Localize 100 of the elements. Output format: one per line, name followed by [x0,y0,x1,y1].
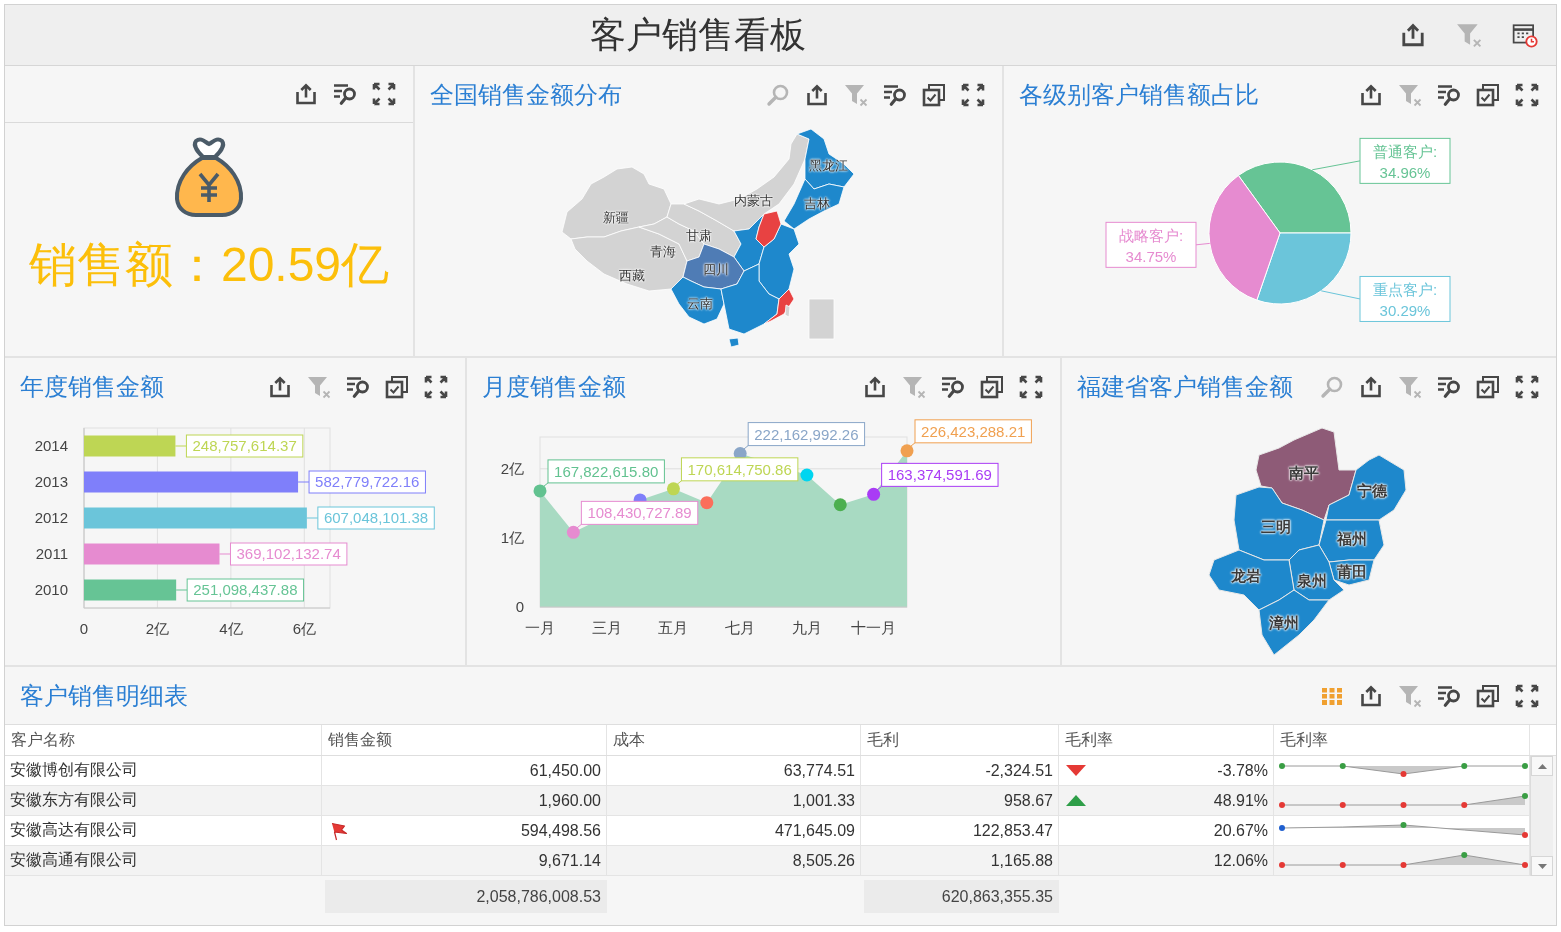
data-label: 重点客户: 30.29% [1359,275,1451,322]
table-cell: 471,645.09 [607,816,861,845]
export-icon[interactable] [805,82,829,107]
slice-label: 普通客户 [1372,142,1433,160]
table-cell: 安徽高通有限公司 [5,846,322,875]
leader-line [575,523,582,529]
leader-line [675,480,682,486]
list-search-icon[interactable] [1437,374,1461,399]
axis-label: 2亿 [500,459,524,477]
axis-label: 2亿 [145,620,170,637]
scrollbar[interactable] [1530,756,1553,876]
table-cell: 9,671.14 [322,846,607,875]
axis-label: 2012 [34,509,68,526]
slice-label: 重点客户 [1372,280,1433,298]
table-cell: 48.91% [1213,791,1268,810]
table-cell: 12.06% [1213,851,1268,870]
list-search-icon[interactable] [1437,683,1461,708]
map-label: 福州 [1337,530,1367,546]
leader-line [1195,242,1211,245]
data-label: 34.96% [1379,163,1431,181]
fullscreen-icon[interactable] [1515,374,1539,399]
data-label: 251,098,437.88 [186,578,305,602]
fullscreen-icon[interactable] [372,82,396,106]
list-search-icon[interactable] [1437,82,1461,107]
table-cell: 61,450.00 [322,756,607,785]
column-header[interactable]: 毛利 [861,725,1059,755]
data-label: 369,102,132.74 [230,542,348,566]
map-label: 三明 [1261,518,1291,534]
table-cell: 1,165.88 [861,846,1059,875]
map-label: 宁德 [1357,482,1387,498]
table-cell: 8,505.26 [607,846,861,875]
data-label: 167,822,615.80 [547,459,665,484]
leader-line [1311,159,1361,170]
list-search-icon[interactable] [883,82,907,107]
panel-title: 年度销售金额 [20,371,164,402]
table-cell: 63,774.51 [607,756,861,785]
checkbox-icon[interactable] [1476,683,1500,708]
down-arrow-icon [1537,863,1547,869]
export-icon[interactable] [294,82,318,106]
axis-label: 十一月 [851,619,897,636]
export-icon[interactable] [268,374,292,399]
map-label: 云南 [686,296,713,310]
column-header[interactable]: 成本 [607,725,861,755]
leader-line [174,445,187,447]
table-cell: 122,853.47 [861,816,1059,845]
axis-label: 0 [515,598,524,615]
fullscreen-icon[interactable] [961,82,985,107]
export-icon[interactable] [1359,683,1383,708]
map-label: 莆田 [1337,563,1367,579]
leader-line [297,481,310,483]
axis-label: 三月 [591,619,622,636]
panel-title: 全国销售金额分布 [430,79,622,110]
slice-label: 战略客户 [1118,226,1179,244]
axis-label: 6亿 [292,620,316,637]
fullscreen-icon[interactable] [1515,683,1539,708]
sales-total: 销售额：20.59亿 [28,237,390,293]
table-cell: 安徽博创有限公司 [5,756,322,785]
data-label: 170,614,750.86 [680,457,799,482]
axis-label: 1亿 [500,528,524,546]
data-label: 248,757,614.37 [185,434,304,458]
map-label: 黑龙江 [809,158,848,172]
column-header[interactable]: 客户名称 [5,725,322,755]
map-label: 泉州 [1297,572,1327,588]
leader-line [1320,289,1361,299]
fullscreen-icon[interactable] [1019,374,1043,399]
table-cell: 1,960.00 [322,786,607,815]
export-icon[interactable] [1359,82,1383,107]
scroll-up-button[interactable] [1531,756,1553,776]
data-label: 607,048,101.38 [317,506,435,530]
list-search-icon[interactable] [346,374,370,399]
table-cell: 594,498.56 [520,821,601,840]
scroll-down-button[interactable] [1531,856,1553,876]
export-icon[interactable] [863,374,887,399]
leader-line [909,442,916,448]
map-label: 甘肃 [685,228,712,242]
checkbox-icon[interactable] [1476,82,1500,107]
table-cell: -3.78% [1217,761,1268,780]
map-region[interactable] [1258,589,1330,656]
export-icon[interactable] [1400,22,1426,48]
checkbox-icon[interactable] [980,374,1004,399]
list-search-icon[interactable] [333,82,357,106]
map-label: 西藏 [618,268,645,282]
checkbox-icon[interactable] [1476,374,1500,399]
export-icon[interactable] [1359,374,1383,399]
checkbox-icon[interactable] [922,82,946,107]
data-label: 222,162,992.26 [747,422,866,447]
map-region[interactable] [1325,454,1407,521]
calendar-clock-icon[interactable] [1512,22,1538,48]
leader-line [219,553,231,555]
checkbox-icon[interactable] [385,374,409,399]
table-cell: -2,324.51 [861,756,1059,785]
map-label: 吉林 [803,196,830,210]
fullscreen-icon[interactable] [1515,82,1539,107]
data-label: 108,430,727.89 [580,500,699,525]
list-search-icon[interactable] [941,374,965,399]
column-header[interactable]: 毛利率 [1059,725,1274,755]
fullscreen-icon[interactable] [424,374,448,399]
column-header[interactable]: 毛利率 [1274,725,1530,755]
column-header[interactable]: 销售金额 [322,725,607,755]
axis-label: 一月 [525,619,555,636]
